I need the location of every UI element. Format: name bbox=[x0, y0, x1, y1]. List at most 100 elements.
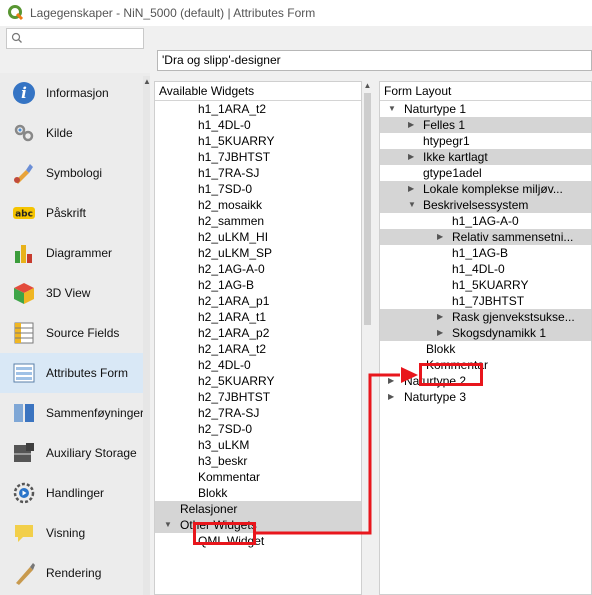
list-item[interactable]: h2_7JBHTST bbox=[155, 389, 361, 405]
list-item[interactable]: h2_sammen bbox=[155, 213, 361, 229]
sidebar-item-paskrift[interactable]: abc Påskrift bbox=[0, 193, 150, 233]
list-item[interactable]: h2_1AG-A-0 bbox=[155, 261, 361, 277]
list-item[interactable]: QML Widget bbox=[155, 533, 361, 549]
tree-item-label: Rask gjenvekstsukse... bbox=[452, 310, 575, 324]
list-item[interactable]: h2_mosaikk bbox=[155, 197, 361, 213]
expand-arrow-icon[interactable]: ▶ bbox=[408, 181, 414, 197]
list-item[interactable]: h3_beskr bbox=[155, 453, 361, 469]
storage-icon bbox=[14, 443, 34, 462]
list-item[interactable]: h3_uLKM bbox=[155, 437, 361, 453]
tree-item-skogsdynamikk[interactable]: ▶ Skogsdynamikk 1 bbox=[380, 325, 591, 341]
sidebar-item-source-fields[interactable]: Source Fields bbox=[0, 313, 150, 353]
cube-icon bbox=[14, 283, 34, 304]
labels-badge-text: abc bbox=[15, 210, 33, 220]
sidebar-item-label: 3D View bbox=[46, 286, 91, 300]
tree-item-naturtype-2[interactable]: ▶ Naturtype 2 bbox=[380, 373, 591, 389]
tree-item-blokk[interactable]: Blokk bbox=[380, 341, 591, 357]
list-item[interactable]: h2_1ARA_p2 bbox=[155, 325, 361, 341]
expand-arrow-icon[interactable]: ▶ bbox=[388, 373, 394, 389]
expand-arrow-icon[interactable]: ▶ bbox=[437, 325, 443, 341]
expand-arrow-icon[interactable]: ▶ bbox=[388, 389, 394, 405]
list-item[interactable]: h1_7JBHTST bbox=[155, 149, 361, 165]
tree-item-rask[interactable]: ▶ Rask gjenvekstsukse... bbox=[380, 309, 591, 325]
sidebar-item-label: Attributes Form bbox=[46, 366, 129, 380]
list-item[interactable]: h2_5KUARRY bbox=[155, 373, 361, 389]
expand-arrow-icon[interactable]: ▶ bbox=[408, 149, 414, 165]
scroll-up-arrow-icon[interactable]: ▲ bbox=[363, 81, 372, 91]
sidebar-item-kilde[interactable]: Kilde bbox=[0, 113, 150, 153]
tree-item[interactable]: h1_4DL-0 bbox=[380, 261, 591, 277]
form-layout-tree: ▼ Naturtype 1 ▶ Felles 1 htypegr1 ▶ Ikke… bbox=[380, 101, 591, 405]
expand-arrow-icon[interactable]: ▶ bbox=[408, 117, 414, 133]
tree-item[interactable]: h1_5KUARRY bbox=[380, 277, 591, 293]
tree-item-naturtype-1[interactable]: ▼ Naturtype 1 bbox=[380, 101, 591, 117]
expand-arrow-icon[interactable]: ▶ bbox=[437, 229, 443, 245]
tree-item-beskrivelsessystem[interactable]: ▼ Beskrivelsessystem bbox=[380, 197, 591, 213]
list-item[interactable]: h2_7RA-SJ bbox=[155, 405, 361, 421]
designer-select[interactable]: 'Dra og slipp'-designer bbox=[157, 50, 592, 71]
sidebar-item-rendering[interactable]: Rendering bbox=[0, 553, 150, 593]
collapse-arrow-icon[interactable]: ▼ bbox=[388, 101, 396, 117]
tree-item-label: Lokale komplekse miljøv... bbox=[423, 182, 563, 196]
list-item[interactable]: h2_1ARA_p1 bbox=[155, 293, 361, 309]
sidebar-scrollbar[interactable]: ▲ bbox=[143, 76, 151, 595]
symbology-icon bbox=[14, 164, 33, 184]
tree-item[interactable]: h1_1AG-A-0 bbox=[380, 213, 591, 229]
tree-item-label: Naturtype 3 bbox=[404, 390, 467, 404]
search-input[interactable] bbox=[6, 28, 144, 49]
list-item[interactable]: h1_7SD-0 bbox=[155, 181, 361, 197]
sidebar-item-handlinger[interactable]: Handlinger bbox=[0, 473, 150, 513]
form-icon bbox=[13, 363, 35, 383]
scrollbar-thumb[interactable] bbox=[364, 93, 371, 325]
sidebar-item-sammenfoyninger[interactable]: Sammenføyninger bbox=[0, 393, 150, 433]
expand-arrow-icon[interactable]: ▶ bbox=[437, 309, 443, 325]
tree-item[interactable]: h1_1AG-B bbox=[380, 245, 591, 261]
sidebar-item-label: Påskrift bbox=[46, 206, 87, 220]
list-item[interactable]: h2_uLKM_SP bbox=[155, 245, 361, 261]
list-item[interactable]: h2_1ARA_t1 bbox=[155, 309, 361, 325]
tree-item-ikke-kartlagt[interactable]: ▶ Ikke kartlagt bbox=[380, 149, 591, 165]
list-item[interactable]: h2_1AG-B bbox=[155, 277, 361, 293]
list-item[interactable]: h2_7SD-0 bbox=[155, 421, 361, 437]
list-item[interactable]: h1_4DL-0 bbox=[155, 117, 361, 133]
tree-item[interactable]: Kommentar bbox=[380, 357, 591, 373]
available-widgets-scrollbar[interactable]: ▲ bbox=[363, 81, 372, 595]
other-widgets-group[interactable]: ▼ Other Widgets bbox=[155, 517, 361, 533]
sidebar-item-label: Visning bbox=[46, 526, 86, 540]
list-item[interactable]: h2_4DL-0 bbox=[155, 357, 361, 373]
tree-item-felles-1[interactable]: ▶ Felles 1 bbox=[380, 117, 591, 133]
sidebar-item-label: Diagrammer bbox=[46, 246, 113, 260]
source-icon bbox=[14, 124, 34, 142]
tree-item[interactable]: htypegr1 bbox=[380, 133, 591, 149]
expand-arrow-icon[interactable]: ▼ bbox=[164, 517, 172, 533]
list-item[interactable]: h1_1ARA_t2 bbox=[155, 101, 361, 117]
tree-item[interactable]: gtype1adel bbox=[380, 165, 591, 181]
tree-item-lokale[interactable]: ▶ Lokale komplekse miljøv... bbox=[380, 181, 591, 197]
display-icon bbox=[15, 525, 33, 542]
tree-item-label: Relativ sammensetni... bbox=[452, 230, 574, 244]
rendering-icon bbox=[16, 563, 35, 585]
collapse-arrow-icon[interactable]: ▼ bbox=[408, 197, 416, 213]
sidebar-item-symbologi[interactable]: Symbologi bbox=[0, 153, 150, 193]
sidebar-item-3d-view[interactable]: 3D View bbox=[0, 273, 150, 313]
tree-item-relativ[interactable]: ▶ Relativ sammensetni... bbox=[380, 229, 591, 245]
list-item-blokk[interactable]: Blokk bbox=[155, 485, 361, 501]
scroll-up-arrow-icon[interactable]: ▲ bbox=[143, 77, 151, 87]
available-widgets-panel: Available Widgets h1_1ARA_t2 h1_4DL-0 h1… bbox=[154, 81, 362, 595]
tree-item-label: Naturtype 1 bbox=[404, 102, 467, 116]
sidebar-item-auxiliary-storage[interactable]: Auxiliary Storage bbox=[0, 433, 150, 473]
sidebar-item-label: Sammenføyninger bbox=[46, 406, 145, 420]
tree-item-naturtype-3[interactable]: ▶ Naturtype 3 bbox=[380, 389, 591, 405]
list-item[interactable]: h2_1ARA_t2 bbox=[155, 341, 361, 357]
sidebar-item-diagrammer[interactable]: Diagrammer bbox=[0, 233, 150, 273]
list-item[interactable]: h2_uLKM_HI bbox=[155, 229, 361, 245]
list-item[interactable]: h1_5KUARRY bbox=[155, 133, 361, 149]
sidebar-item-attributes-form[interactable]: Attributes Form bbox=[0, 353, 150, 393]
relations-group[interactable]: Relasjoner bbox=[155, 501, 361, 517]
list-item[interactable]: Kommentar bbox=[155, 469, 361, 485]
sidebar-item-informasjon[interactable]: i Informasjon bbox=[0, 73, 150, 113]
sidebar-item-visning[interactable]: Visning bbox=[0, 513, 150, 553]
list-item[interactable]: h1_7RA-SJ bbox=[155, 165, 361, 181]
tree-item[interactable]: h1_7JBHTST bbox=[380, 293, 591, 309]
sidebar-item-label: Symbologi bbox=[46, 166, 103, 180]
